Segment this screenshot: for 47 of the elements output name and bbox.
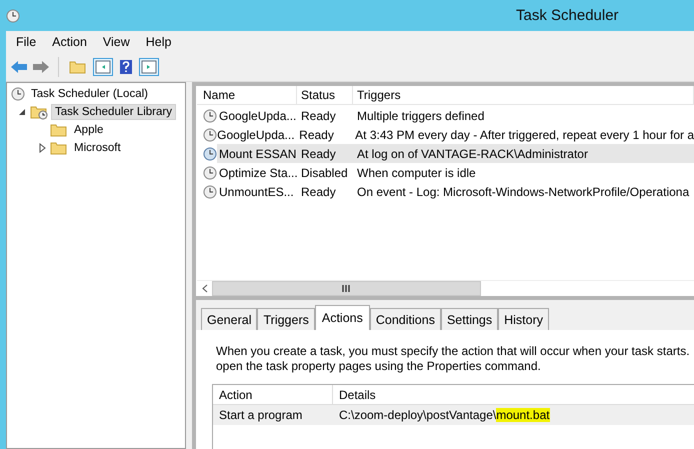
folder-icon — [50, 140, 68, 156]
window-title: Task Scheduler — [516, 7, 619, 24]
tab[interactable]: Actions — [314, 305, 370, 330]
task-clock-icon — [203, 128, 217, 142]
tab[interactable]: Conditions — [370, 308, 441, 330]
collapsed-arrow-icon[interactable] — [37, 143, 47, 153]
scrollbar-thumb[interactable] — [212, 281, 481, 296]
tree-item[interactable]: Task Scheduler Library — [51, 104, 176, 120]
app-clock-icon — [6, 8, 20, 22]
folder-icon — [50, 122, 68, 138]
show-action-pane-button[interactable] — [139, 58, 159, 76]
column-header[interactable]: Action — [213, 385, 333, 404]
tree-item[interactable]: Microsoft — [71, 141, 124, 155]
task-row[interactable]: Optimize Sta... Disabled When computer is idle — [217, 163, 694, 182]
tab[interactable]: History — [498, 308, 550, 330]
menu-item[interactable]: View — [94, 35, 138, 49]
back-arrow-icon[interactable] — [10, 60, 28, 74]
menu-item[interactable]: Help — [138, 35, 180, 49]
task-row[interactable]: GoogleUpda... Ready At 3:43 PM every day - After triggered, repeat every 1 hour for a — [215, 125, 694, 144]
clock-icon — [11, 87, 25, 101]
forward-arrow-icon[interactable] — [32, 60, 50, 74]
folder-icon — [69, 59, 87, 75]
tab[interactable]: General — [201, 308, 258, 330]
menu-item[interactable]: File — [8, 35, 44, 49]
tab[interactable]: Settings — [440, 308, 498, 330]
column-header[interactable]: Triggers — [353, 86, 694, 104]
tree-item[interactable]: Apple — [71, 123, 106, 137]
task-row[interactable]: UnmountES... Ready On event - Log: Microsoft-Windows-NetworkProfile/Operationa — [217, 182, 694, 201]
tree-item[interactable]: Task Scheduler (Local) — [28, 87, 151, 101]
action-row[interactable]: Start a program C:\zoom-deploy\postVantage\mount.bat — [213, 405, 694, 425]
task-clock-icon — [203, 166, 217, 180]
task-clock-icon — [203, 184, 217, 198]
help-icon[interactable] — [119, 59, 133, 75]
description-text: open the task property pages using the Properties command. — [216, 359, 542, 374]
task-row[interactable]: Mount ESSAN Ready At log on of VANTAGE-RACK\Administrator — [217, 144, 694, 163]
task-clock-icon — [203, 108, 217, 122]
column-header[interactable]: Details — [333, 388, 376, 402]
hide-tree-button[interactable] — [93, 58, 113, 76]
folder-clock-icon — [30, 104, 48, 120]
expanded-arrow-icon[interactable] — [17, 107, 27, 117]
column-header[interactable]: Name — [197, 86, 297, 104]
column-header[interactable]: Status — [297, 86, 353, 104]
menu-item[interactable]: Action — [44, 35, 95, 49]
description-text: When you create a task, you must specify the action that will occur when your task starts. — [216, 344, 691, 359]
tab[interactable]: Triggers — [257, 308, 315, 330]
task-row[interactable]: GoogleUpda... Ready Multiple triggers defined — [217, 106, 694, 125]
task-clock-icon — [203, 146, 217, 160]
